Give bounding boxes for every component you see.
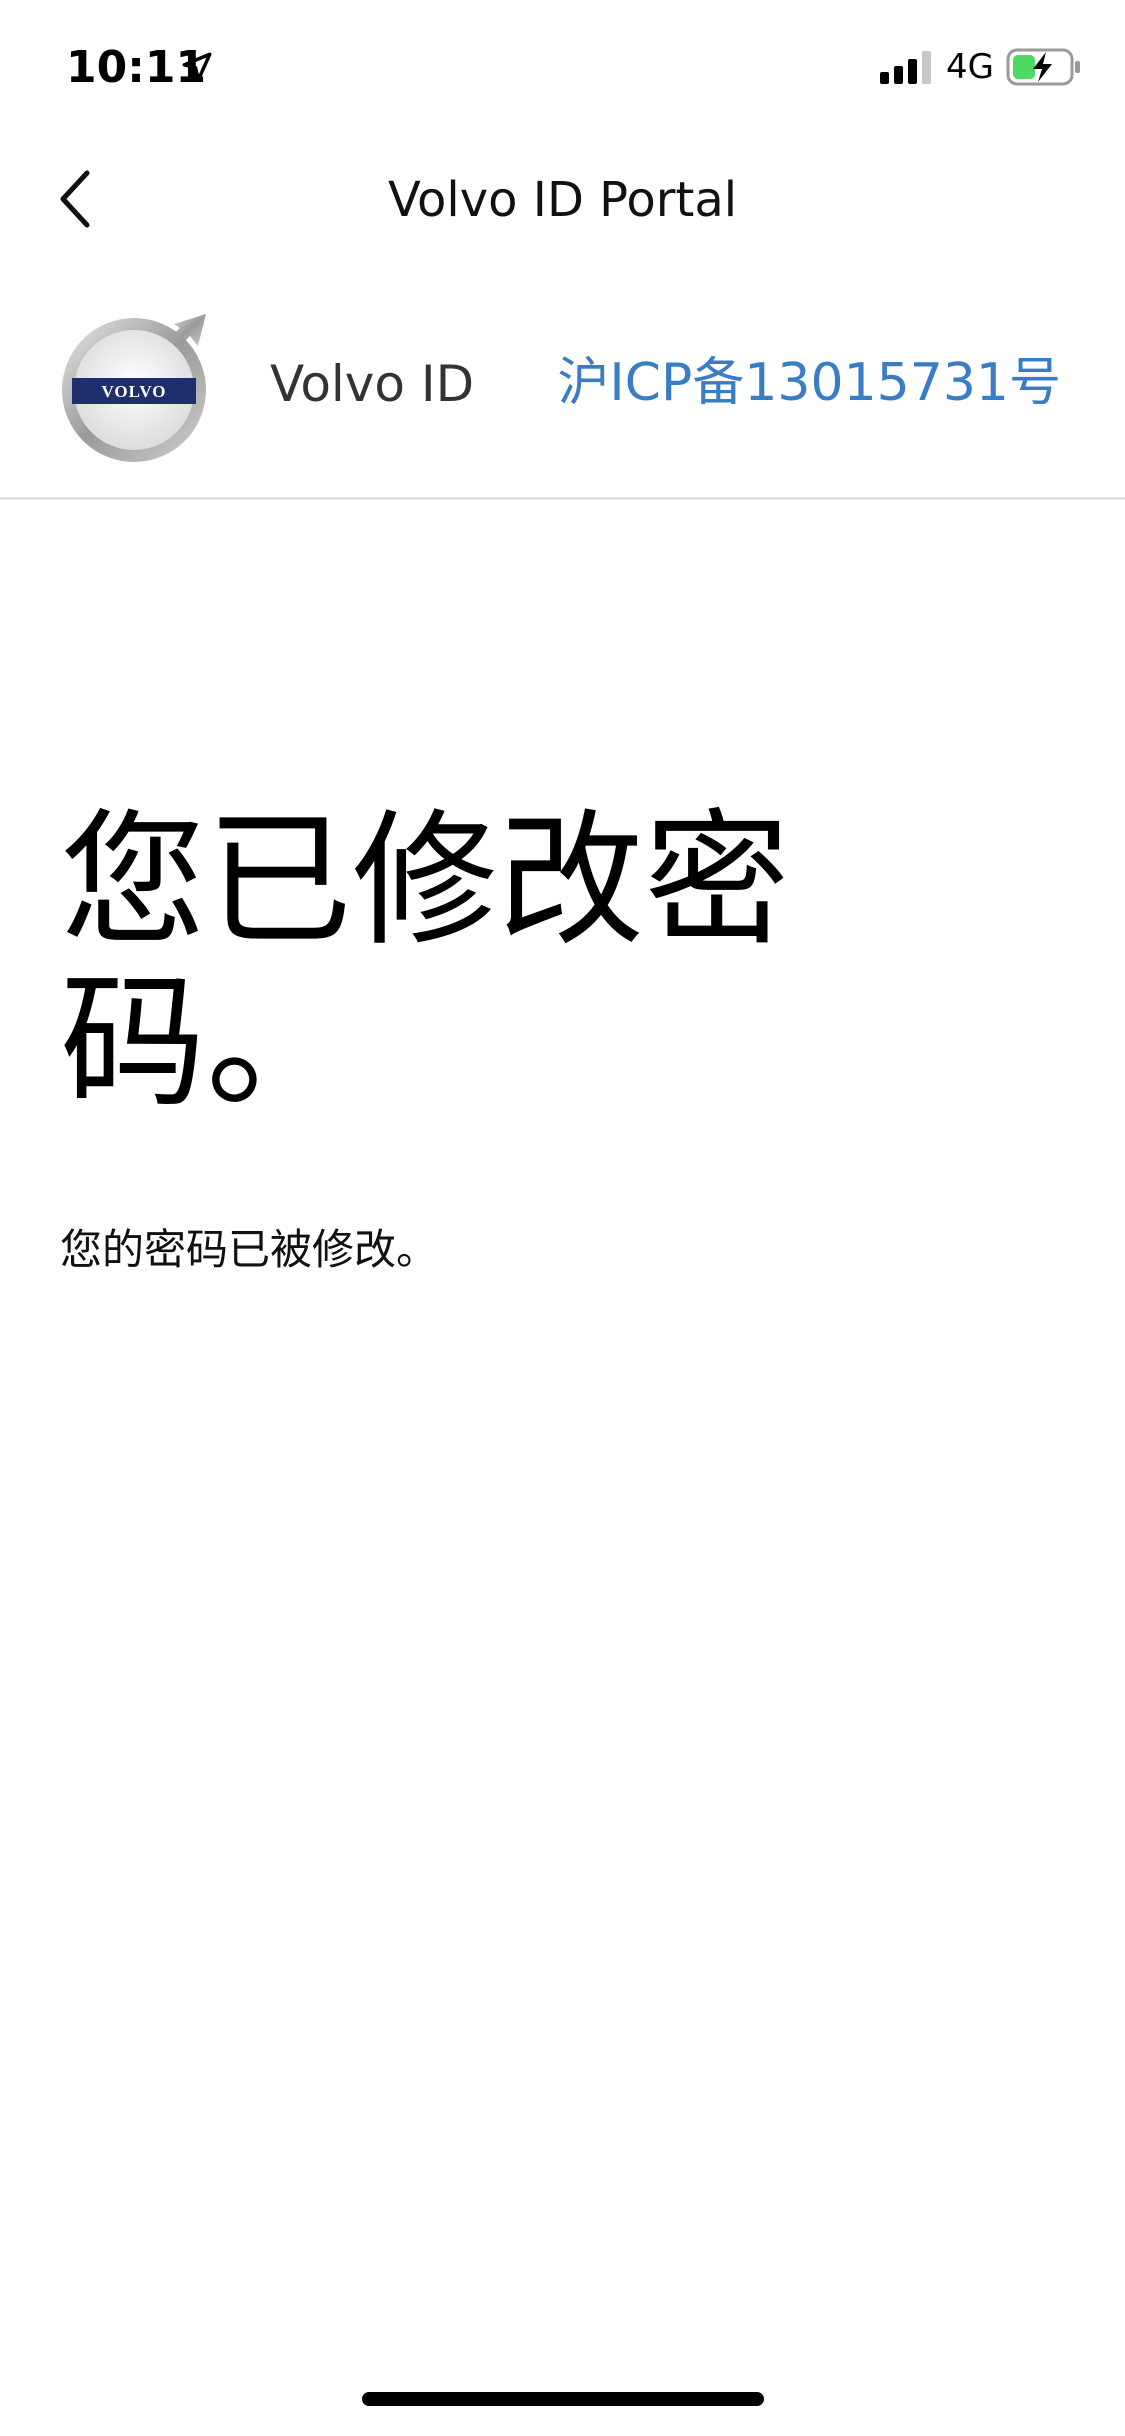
home-indicator[interactable] (362, 2392, 764, 2406)
navigation-bar: Volvo ID Portal (0, 140, 1125, 260)
chevron-left-icon (60, 170, 90, 228)
page-title: Volvo ID Portal (387, 172, 738, 228)
logo-wordmark: VOLVO (101, 382, 166, 401)
volvo-logo-icon: VOLVO (62, 314, 206, 462)
location-arrow-icon (182, 52, 212, 82)
confirmation-message: 您的密码已被修改。 (60, 1225, 439, 1274)
status-bar: 10:11 4G (0, 0, 1125, 140)
icp-license-link[interactable]: 沪ICP备13015731号 (557, 350, 1061, 416)
back-button[interactable] (30, 154, 120, 244)
battery-charging-icon (1006, 48, 1080, 86)
signal-strength-icon (880, 51, 931, 84)
network-type: 4G (946, 47, 994, 87)
brand-header: VOLVO Volvo ID 沪ICP备13015731号 (0, 280, 1125, 500)
brand-name: Volvo ID (270, 355, 475, 413)
confirmation-heading: 您已修改密码。 (60, 796, 790, 1128)
